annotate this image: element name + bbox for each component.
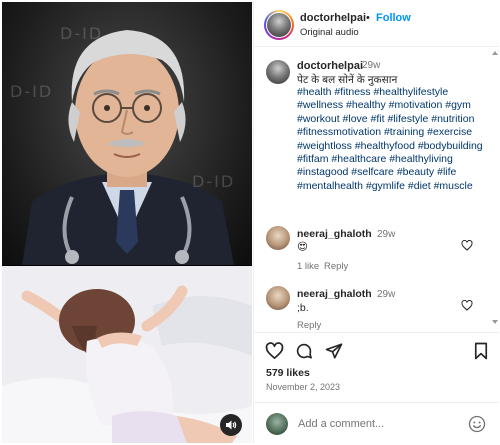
comment-timestamp: 29w xyxy=(377,289,396,300)
comment-username[interactable]: neeraj_ghaloth xyxy=(297,228,372,240)
sleeping-woman-illustration xyxy=(2,266,252,443)
follow-button[interactable]: Follow xyxy=(376,12,411,24)
commenter-avatar[interactable] xyxy=(266,286,290,310)
scroll-down-arrow-icon[interactable] xyxy=(492,320,498,324)
post-date: November 2, 2023 xyxy=(266,382,341,392)
post-actions: 579 likes November 2, 2023 xyxy=(254,332,499,392)
caption-timestamp: 29w xyxy=(362,60,381,71)
watermark-text: D-ID xyxy=(10,82,54,101)
emoji-icon[interactable] xyxy=(468,415,486,433)
heart-icon[interactable] xyxy=(265,342,284,360)
like-count[interactable]: 579 likes xyxy=(266,367,310,379)
sleeping-woman-frame xyxy=(2,266,252,443)
caption-avatar[interactable] xyxy=(266,60,290,84)
separator-dot: • xyxy=(366,12,370,24)
bookmark-icon[interactable] xyxy=(473,342,489,360)
comment-like-heart-icon[interactable] xyxy=(461,300,473,311)
comments-section[interactable]: doctorhelpai 29w पेट के बल सोनें के नुकस… xyxy=(254,48,499,331)
scroll-up-arrow-icon[interactable] xyxy=(492,51,498,55)
comments-scrollbar[interactable] xyxy=(490,48,499,331)
share-icon[interactable] xyxy=(325,342,343,360)
comment-reply-button[interactable]: Reply xyxy=(324,261,348,272)
audio-toggle-button[interactable] xyxy=(220,414,242,436)
author-username[interactable]: doctorhelpai xyxy=(300,12,366,24)
watermark-text: D-ID xyxy=(192,172,236,191)
add-comment-input[interactable] xyxy=(298,418,458,430)
doctor-illustration xyxy=(22,30,234,265)
comment-text: 😍 xyxy=(297,241,308,253)
comment-like-count[interactable]: 1 like xyxy=(297,261,319,272)
watermark-text: D-ID xyxy=(60,24,104,43)
post-details-panel: doctorhelpai • Follow Original audio doc… xyxy=(253,2,499,443)
original-audio-link[interactable]: Original audio xyxy=(300,27,359,38)
current-user-avatar xyxy=(266,413,288,435)
comment-like-heart-icon[interactable] xyxy=(461,240,473,251)
comment-reply-button[interactable]: Reply xyxy=(297,320,321,331)
post-header: doctorhelpai • Follow Original audio xyxy=(254,2,499,47)
caption-hashtags[interactable]: #health #fitness #healthylifestyle #well… xyxy=(297,86,497,193)
caption-username[interactable]: doctorhelpai xyxy=(297,60,363,72)
caption-text: पेट के बल सोनें के नुकसान xyxy=(297,74,398,86)
comment-timestamp: 29w xyxy=(377,229,396,240)
author-avatar[interactable] xyxy=(264,10,294,40)
comment-username[interactable]: neeraj_ghaloth xyxy=(297,288,372,300)
post-media[interactable]: D-ID D-ID D-ID xyxy=(2,2,252,443)
comment-text: ;b. xyxy=(297,302,309,314)
doctor-video-frame: D-ID D-ID D-ID xyxy=(2,2,252,265)
add-comment-bar xyxy=(254,402,499,443)
commenter-avatar[interactable] xyxy=(266,226,290,250)
speaker-icon xyxy=(226,420,237,430)
comment-icon[interactable] xyxy=(295,342,313,360)
